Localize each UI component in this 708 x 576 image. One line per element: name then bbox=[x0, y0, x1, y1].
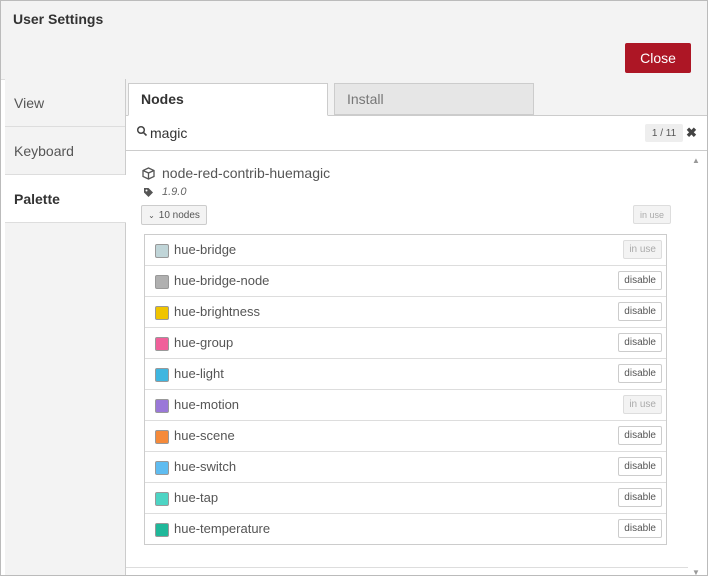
search-input[interactable] bbox=[150, 123, 450, 143]
disable-node-button[interactable]: disable bbox=[618, 333, 662, 352]
close-button[interactable]: Close bbox=[625, 43, 691, 73]
node-in-use-badge: in use bbox=[623, 240, 662, 259]
disable-node-button[interactable]: disable bbox=[618, 457, 662, 476]
nodes-toggle-label: 10 nodes bbox=[158, 209, 200, 221]
sidebar-item-keyboard[interactable]: Keyboard bbox=[5, 127, 125, 175]
node-in-use-badge: in use bbox=[623, 395, 662, 414]
node-list: hue-bridge in use hue-bridge-node disable hu… bbox=[144, 234, 667, 545]
node-name: hue-switch bbox=[174, 459, 237, 474]
node-row: hue-light disable bbox=[145, 359, 666, 390]
node-color-swatch bbox=[155, 368, 169, 382]
node-color-swatch bbox=[155, 523, 169, 537]
node-name: hue-brightness bbox=[174, 304, 260, 319]
sidebar-item-palette[interactable]: Palette bbox=[5, 175, 126, 223]
dialog-titlebar: User Settings bbox=[1, 1, 707, 38]
node-name: hue-light bbox=[174, 366, 224, 381]
palette-tabbar: Nodes Install bbox=[126, 79, 707, 116]
node-color-swatch bbox=[155, 244, 169, 258]
scroll-up-icon[interactable]: ▲ bbox=[692, 156, 700, 165]
node-name: hue-tap bbox=[174, 490, 219, 505]
sidebar-item-view[interactable]: View bbox=[5, 79, 125, 127]
node-row: hue-group disable bbox=[145, 328, 666, 359]
package-version: 1.9.0 bbox=[162, 186, 187, 198]
disable-node-button[interactable]: disable bbox=[618, 271, 662, 290]
disable-node-button[interactable]: disable bbox=[618, 302, 662, 321]
node-color-swatch bbox=[155, 306, 169, 320]
scroll-down-icon[interactable]: ▼ bbox=[692, 568, 700, 575]
node-row: hue-tap disable bbox=[145, 483, 666, 514]
node-row: hue-motion in use bbox=[145, 390, 666, 421]
dialog-toolbar: Close bbox=[1, 37, 707, 80]
node-row: hue-switch disable bbox=[145, 452, 666, 483]
node-name: hue-bridge bbox=[174, 242, 237, 257]
tag-icon bbox=[144, 188, 153, 197]
node-color-swatch bbox=[155, 337, 169, 351]
package-name: node-red-contrib-huemagic bbox=[162, 165, 331, 181]
node-name: hue-motion bbox=[174, 397, 240, 412]
node-name: hue-temperature bbox=[174, 521, 271, 536]
node-row: hue-temperature disable bbox=[145, 514, 666, 544]
search-icon bbox=[136, 125, 148, 137]
node-color-swatch bbox=[155, 492, 169, 506]
disable-node-button[interactable]: disable bbox=[618, 364, 662, 383]
palette-panel: Nodes Install 1 / 11 ✖ node-red-contrib-… bbox=[126, 79, 707, 575]
disable-node-button[interactable]: disable bbox=[618, 488, 662, 507]
chevron-down-icon: ⌄ bbox=[148, 210, 155, 220]
disable-node-button[interactable]: disable bbox=[618, 426, 662, 445]
tab-install[interactable]: Install bbox=[334, 83, 534, 115]
tab-nodes[interactable]: Nodes bbox=[128, 83, 328, 116]
nodes-toggle-button[interactable]: ⌄ 10 nodes bbox=[141, 205, 207, 225]
dialog-title: User Settings bbox=[13, 11, 104, 27]
disable-node-button[interactable]: disable bbox=[618, 519, 662, 538]
node-color-swatch bbox=[155, 275, 169, 289]
node-row: hue-brightness disable bbox=[145, 297, 666, 328]
cube-icon bbox=[142, 167, 155, 180]
search-bar: 1 / 11 ✖ bbox=[126, 116, 707, 151]
node-color-swatch bbox=[155, 461, 169, 475]
close-icon[interactable]: ✖ bbox=[686, 125, 697, 141]
node-row: hue-bridge in use bbox=[145, 235, 666, 266]
node-row: hue-bridge-node disable bbox=[145, 266, 666, 297]
scrollbar[interactable] bbox=[690, 154, 702, 575]
node-row: hue-scene disable bbox=[145, 421, 666, 452]
list-divider bbox=[126, 567, 688, 568]
node-color-swatch bbox=[155, 430, 169, 444]
search-result-count: 1 / 11 bbox=[645, 124, 683, 142]
settings-sidebar: View Keyboard Palette bbox=[5, 79, 126, 575]
package-status-badge: in use bbox=[633, 205, 671, 224]
node-name: hue-group bbox=[174, 335, 234, 350]
node-name: hue-scene bbox=[174, 428, 235, 443]
settings-dialog: User Settings Close View Keyboard Palett… bbox=[0, 0, 708, 576]
node-name: hue-bridge-node bbox=[174, 273, 270, 288]
node-color-swatch bbox=[155, 399, 169, 413]
